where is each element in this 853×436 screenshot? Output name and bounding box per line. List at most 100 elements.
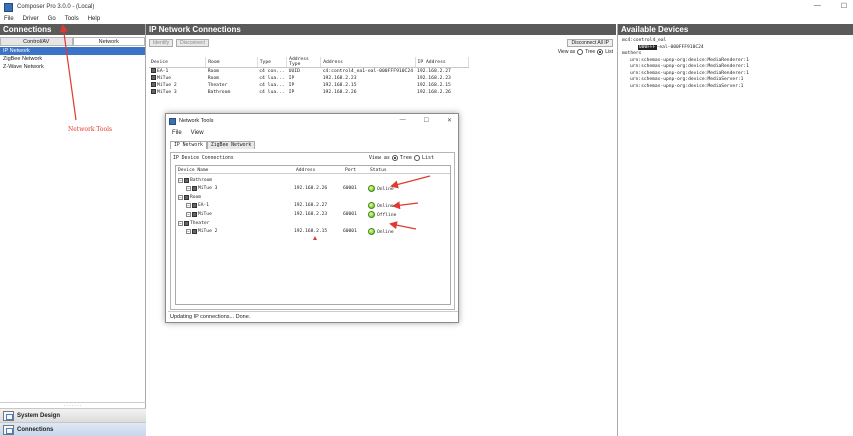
- room-node[interactable]: − Room: [178, 194, 448, 201]
- maximize-button[interactable]: ☐: [841, 2, 847, 10]
- cell-text: IP: [288, 89, 295, 95]
- tab-ip-network[interactable]: IP Network: [170, 141, 207, 149]
- tree-item-label: c4:control4_eal: [624, 38, 667, 43]
- tab-network[interactable]: Network: [72, 37, 145, 46]
- identify-button[interactable]: Identify: [149, 38, 174, 47]
- expander-icon[interactable]: −: [178, 221, 183, 226]
- device-address: 192.168.2.23: [294, 212, 328, 217]
- tools-view-tree-radio[interactable]: [391, 155, 398, 161]
- room-node[interactable]: − Theater: [178, 220, 448, 227]
- device-port: 60001: [343, 186, 357, 191]
- cell-text: IP: [288, 75, 295, 81]
- device-port: 60001: [343, 229, 357, 234]
- tab-zigbee-network[interactable]: ZigBee Network: [206, 141, 256, 149]
- table-row[interactable]: MiTue 2 Theater c4 lua... IP 192.168.2.15 192…: [149, 82, 469, 89]
- view-list-label: List: [605, 49, 613, 55]
- system-design-label: System Design: [17, 412, 61, 419]
- disconnect-all-ip-button[interactable]: Disconnect All IP: [567, 38, 613, 47]
- expander-icon[interactable]: −: [178, 178, 183, 183]
- tab-control-av[interactable]: Control/AV: [0, 37, 73, 46]
- tools-minimize-button[interactable]: —: [400, 117, 406, 124]
- col-type[interactable]: Type: [257, 57, 288, 68]
- status-icon: [368, 202, 375, 209]
- col-ip-address[interactable]: IP Address: [415, 57, 470, 68]
- expander-icon[interactable]: −: [178, 195, 183, 200]
- status-text: Online: [377, 187, 394, 192]
- connections-table: Device Room Type Address Type Address IP…: [149, 57, 470, 96]
- table-cell: c4 lua...: [257, 75, 286, 82]
- col-device[interactable]: Device: [149, 57, 207, 68]
- device-node[interactable]: − MiTue 192.168.2.23 60001 Offline: [186, 211, 456, 218]
- tree-item[interactable]: urn:schemas-upnp-org:device:MediaServer:…: [618, 84, 853, 91]
- status-icon: [368, 211, 375, 218]
- expander-icon[interactable]: −: [186, 229, 191, 234]
- menu-bar: File Driver Go Tools Help: [0, 14, 853, 24]
- cell-text: MiTue 2: [157, 83, 177, 88]
- connections-icon: [3, 424, 14, 435]
- table-cell: c4 con...: [257, 68, 286, 75]
- network-tools-title: Network Tools: [179, 118, 214, 124]
- table-cell: 192.168.2.27: [415, 68, 468, 75]
- cell-text: 192.168.2.23: [417, 75, 451, 81]
- tools-view-list-radio[interactable]: [413, 155, 420, 161]
- device-icon: [151, 89, 156, 94]
- list-item-ip-network[interactable]: IP Network: [0, 47, 145, 55]
- col-address[interactable]: Address: [320, 57, 416, 68]
- tree-item-label: 000FFF: [638, 44, 657, 50]
- view-tree-radio[interactable]: [577, 49, 584, 55]
- cell-text: c4 lua...: [259, 82, 285, 88]
- view-list-radio[interactable]: [597, 49, 604, 55]
- tools-maximize-button[interactable]: ☐: [424, 117, 429, 124]
- list-item-zwave-network[interactable]: Z-Wave Network: [0, 63, 145, 71]
- col-status[interactable]: Status: [370, 168, 387, 173]
- window-title: Composer Pro 3.0.0 - (Local): [17, 4, 95, 10]
- tools-close-button[interactable]: ✕: [447, 117, 452, 124]
- col-room[interactable]: Room: [205, 57, 258, 68]
- table-cell: 192.168.2.23: [415, 75, 468, 82]
- col-device-name[interactable]: Device Name: [178, 168, 208, 173]
- device-node[interactable]: − MiTue 3 192.168.2.26 60001 Online: [186, 185, 456, 192]
- disconnect-button[interactable]: Disconnect: [176, 38, 209, 47]
- tree-item-suffix: -eal-000FFF910C24: [656, 44, 704, 50]
- expander-icon[interactable]: −: [186, 203, 191, 208]
- cell-text: MiTue: [157, 76, 172, 81]
- connections-button[interactable]: Connections: [0, 422, 146, 436]
- table-cell: 192.168.2.15: [415, 82, 468, 89]
- list-item-zigbee-network[interactable]: ZigBee Network: [0, 55, 145, 63]
- menu-driver[interactable]: Driver: [23, 16, 39, 22]
- cell-text: c4 lua...: [259, 75, 285, 81]
- menu-file[interactable]: File: [4, 16, 14, 22]
- status-icon: [368, 185, 375, 192]
- expander-icon[interactable]: −: [186, 212, 191, 217]
- device-port: 60001: [343, 212, 357, 217]
- cell-text: c4 lua...: [259, 89, 285, 95]
- cell-text: EA-1: [157, 69, 169, 75]
- col-address[interactable]: Address: [296, 168, 315, 173]
- col-port[interactable]: Port: [345, 168, 356, 173]
- system-design-button[interactable]: System Design: [0, 408, 146, 422]
- table-row[interactable]: MiTue Room c4 lua... IP 192.168.2.23 192.168.…: [149, 75, 469, 82]
- title-bar: Composer Pro 3.0.0 - (Local) — ☐: [0, 0, 853, 14]
- room-node[interactable]: − Bathroom: [178, 177, 448, 184]
- table-cell: 192.168.2.26: [321, 89, 415, 96]
- col-address-type[interactable]: Address Type: [286, 57, 322, 68]
- table-cell: UUID: [287, 68, 321, 75]
- connections-tabs: Control/AV Network: [0, 37, 145, 46]
- device-icon: [192, 203, 197, 208]
- menu-tools[interactable]: Tools: [65, 16, 79, 22]
- tools-menu-view[interactable]: View: [191, 130, 204, 136]
- menu-help[interactable]: Help: [88, 16, 100, 22]
- table-row[interactable]: EA-1 Room c4 con... UUID c4:control4_ea1-eal…: [149, 68, 469, 75]
- tools-menu-file[interactable]: File: [172, 130, 182, 136]
- cell-text: IP: [288, 82, 295, 88]
- device-node[interactable]: − EA-1 192.168.2.27 Online: [186, 202, 456, 209]
- table-row[interactable]: MiTue 3 Bathroom c4 lua... IP 192.168.2.26 19…: [149, 89, 469, 96]
- device-node[interactable]: − MiTue 2 192.168.2.15 60001 Online: [186, 228, 456, 235]
- table-cell: 192.168.2.15: [321, 82, 415, 89]
- status-text: Online: [377, 230, 394, 235]
- available-devices-title: Available Devices: [618, 24, 853, 35]
- device-icon: [151, 82, 156, 87]
- minimize-button[interactable]: —: [814, 2, 821, 10]
- menu-go[interactable]: Go: [48, 16, 56, 22]
- expander-icon[interactable]: −: [186, 186, 191, 191]
